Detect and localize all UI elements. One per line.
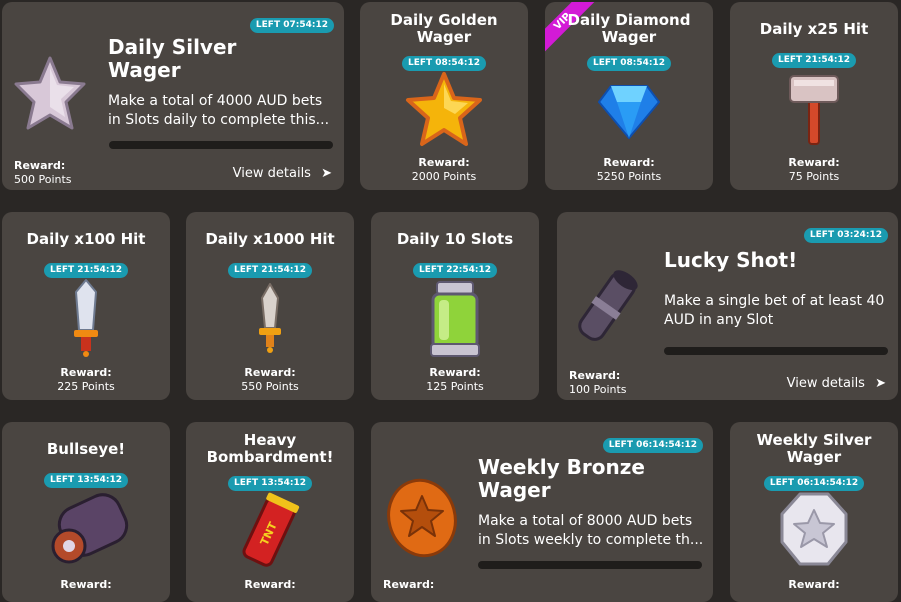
time-left-badge: LEFT 07:54:12 [249,18,334,33]
reward-value: 500 Points [14,173,72,186]
card-title: Bullseye! [46,440,126,458]
view-details-label: View details [786,376,865,391]
reward: Reward: 5250 Points [545,156,713,184]
card-title: Lucky Shot! [664,248,798,272]
potion-jar-icon [430,281,480,357]
card-title: Daily Silver Wager [108,35,237,82]
reward-label: Reward: [60,366,112,379]
challenge-card-daily-silver-wager[interactable]: LEFT 07:54:12 Daily Silver Wager Make a … [2,2,344,190]
card-description: Make a total of 4000 AUD bets in Slots d… [108,93,330,128]
reward: Reward: [186,578,354,592]
reward: Reward: [730,578,898,592]
time-left-badge: LEFT 06:14:54:12 [602,438,703,453]
dagger-icon [259,283,281,353]
view-details-link[interactable]: View details ➤ [233,166,332,182]
reward: Reward: 100 Points [569,369,627,397]
challenge-card-daily-x25-hit[interactable]: Daily x25 Hit LEFT 21:54:12 Reward: 75 P… [730,2,898,190]
reward-value: 75 Points [788,170,840,183]
cannon-icon [578,270,638,341]
card-title: Daily Diamond Wager [567,11,691,46]
reward-value: 100 Points [569,383,627,396]
time-left-badge: LEFT 21:54:12 [771,53,857,68]
reward: Reward: 2000 Points [360,156,528,184]
time-left-badge: LEFT 21:54:12 [43,263,129,278]
reward-label: Reward: [788,156,840,169]
card-title: Daily Golden Wager [390,11,498,46]
view-details-label: View details [232,166,311,181]
reward-label: Reward: [14,159,66,172]
time-left-badge: LEFT 22:54:12 [412,263,498,278]
arrow-right-icon: ➤ [875,376,886,391]
reward-label: Reward: [418,156,470,169]
golden-star-icon [406,72,482,146]
hammer-icon [789,75,839,145]
card-description: Make a total of 8000 AUD bets in Slots w… [478,513,704,548]
card-title: Weekly Bronze Wager [478,455,645,502]
reward-label: Reward: [603,156,655,169]
card-title: Daily x25 Hit [759,20,869,38]
reward-label: Reward: [60,578,112,591]
challenge-card-bullseye[interactable]: Bullseye! LEFT 13:54:12 Reward: [2,422,170,602]
card-title: Daily x100 Hit [26,230,146,248]
reward: Reward: 225 Points [2,366,170,394]
challenge-card-daily-diamond-wager[interactable]: VIP Daily Diamond Wager LEFT 08:54:12 Re… [545,2,713,190]
bronze-star-coin-icon [387,478,457,558]
challenge-card-heavy-bombardment[interactable]: Heavy Bombardment! LEFT 13:54:12 TNT Rew… [186,422,354,602]
reward-value: 5250 Points [596,170,662,183]
silver-star-icon [14,56,86,130]
reward-label: Reward: [244,578,296,591]
silver-star-coin-icon [780,492,848,566]
reward: Reward: 75 Points [730,156,898,184]
time-left-badge: LEFT 21:54:12 [227,263,313,278]
time-left-badge: LEFT 06:14:54:12 [763,476,865,491]
reward-value: 550 Points [241,380,299,393]
reward: Reward: 550 Points [186,366,354,394]
reward: Reward: 500 Points [14,159,72,187]
challenge-card-lucky-shot[interactable]: LEFT 03:24:12 Lucky Shot! Make a single … [557,212,898,400]
challenge-card-daily-golden-wager[interactable]: Daily Golden Wager LEFT 08:54:12 Reward:… [360,2,528,190]
card-title: Daily 10 Slots [396,230,514,248]
reward-value: 2000 Points [411,170,477,183]
reward-value: 225 Points [57,380,115,393]
reward-value: 125 Points [426,380,484,393]
reward-label: Reward: [429,366,481,379]
time-left-badge: LEFT 03:24:12 [803,228,888,243]
card-title: Heavy Bombardment! [206,431,334,466]
tnt-dynamite-icon: TNT [242,492,300,567]
dagger-icon [74,279,98,357]
diamond-icon [598,85,660,139]
reward: Reward: 125 Points [371,366,539,394]
cannon-icon [51,493,129,564]
card-title: Weekly Silver Wager [756,431,872,466]
view-details-link[interactable]: View details ➤ [787,376,886,392]
challenge-card-weekly-silver-wager[interactable]: Weekly Silver Wager LEFT 06:14:54:12 Rew… [730,422,898,602]
reward-label: Reward: [244,366,296,379]
progress-bar [478,561,702,569]
reward-label: Reward: [788,578,840,591]
arrow-right-icon: ➤ [321,166,332,181]
reward: Reward: [383,578,434,592]
challenge-card-daily-10-slots[interactable]: Daily 10 Slots LEFT 22:54:12 Reward: 125… [371,212,539,400]
card-description: Make a single bet of at least 40 AUD in … [664,293,885,328]
time-left-badge: LEFT 08:54:12 [586,56,672,71]
card-title: Daily x1000 Hit [205,230,335,248]
challenge-card-weekly-bronze-wager[interactable]: LEFT 06:14:54:12 Weekly Bronze Wager Mak… [371,422,713,602]
time-left-badge: LEFT 13:54:12 [227,476,313,491]
challenge-card-daily-x1000-hit[interactable]: Daily x1000 Hit LEFT 21:54:12 Reward: 55… [186,212,354,400]
reward: Reward: [2,578,170,592]
progress-bar [109,141,333,149]
reward-label: Reward: [383,578,435,591]
challenge-card-daily-x100-hit[interactable]: Daily x100 Hit LEFT 21:54:12 Reward: 225… [2,212,170,400]
progress-bar [664,347,888,355]
reward-label: Reward: [569,369,621,382]
